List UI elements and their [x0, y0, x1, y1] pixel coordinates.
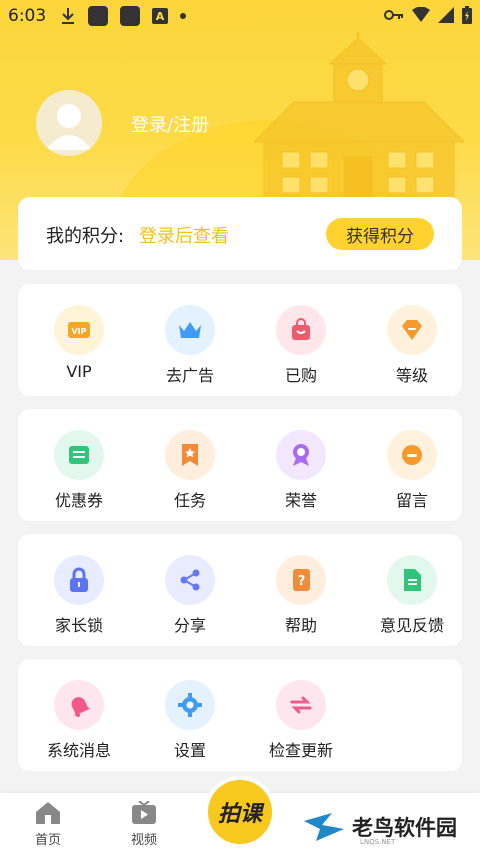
document-icon — [387, 555, 437, 605]
menu-item-label: 任务 — [173, 491, 206, 510]
menu-item[interactable]: ? 帮助 — [251, 534, 351, 646]
menu-group-1: VIP VIP 去广告 已购 等级 — [18, 284, 462, 396]
menu-item[interactable]: 分享 — [140, 534, 240, 646]
menu-item-label: 设置 — [173, 741, 206, 760]
watermark: 老鸟软件园 LNQS.NET — [302, 804, 478, 850]
help-book-icon: ? — [276, 555, 326, 605]
menu-item[interactable]: 已购 — [251, 284, 351, 396]
refresh-icon — [276, 680, 326, 730]
diamond-icon — [387, 305, 437, 355]
more-notifications-icon — [180, 13, 186, 19]
menu-item[interactable]: 等级 — [362, 284, 462, 396]
login-register-link[interactable]: 登录/注册 — [131, 111, 209, 137]
points-label: 我的积分: — [46, 226, 125, 247]
menu-item[interactable]: 设置 — [140, 659, 240, 771]
tab-home[interactable]: 首页 — [8, 793, 88, 853]
menu-item[interactable]: 任务 — [140, 409, 240, 521]
gear-icon — [165, 680, 215, 730]
menu-item-label: 分享 — [173, 616, 206, 635]
share-icon — [165, 555, 215, 605]
menu-item-label: 意见反馈 — [379, 616, 444, 635]
menu-item-label: VIP — [66, 362, 92, 381]
menu-item-label: 已购 — [284, 366, 317, 385]
watermark-subtitle: LNQS.NET — [360, 838, 396, 846]
home-icon — [36, 802, 60, 824]
message-icon — [387, 430, 437, 480]
menu-group-2: 优惠券 任务 荣誉 留言 — [18, 409, 462, 521]
menu-item[interactable]: 优惠券 — [29, 409, 129, 521]
vip-icon: VIP — [54, 305, 104, 355]
menu-item[interactable]: 荣誉 — [251, 409, 351, 521]
tv-icon — [132, 801, 156, 824]
key-icon — [384, 10, 403, 20]
school-building-illustration — [254, 32, 464, 202]
bird-logo-icon — [304, 813, 344, 841]
menu-item[interactable]: 留言 — [362, 409, 462, 521]
menu-item-label: 等级 — [395, 366, 428, 385]
menu-item[interactable]: 意见反馈 — [362, 534, 462, 646]
status-bar: 6:03 A — [0, 0, 480, 32]
app-notification-icon — [120, 6, 140, 26]
tab-video[interactable]: 视频 — [104, 793, 184, 853]
menu-item-label: 系统消息 — [46, 741, 111, 760]
lock-icon — [54, 555, 104, 605]
center-action-label: 拍课 — [217, 802, 262, 827]
menu-item[interactable]: 检查更新 — [251, 659, 351, 771]
bookmark-star-icon — [165, 430, 215, 480]
medal-icon — [276, 430, 326, 480]
get-points-button[interactable]: 获得积分 — [326, 218, 434, 250]
points-value[interactable]: 登录后查看 — [139, 222, 229, 248]
bell-icon — [54, 680, 104, 730]
points-card: 我的积分: 登录后查看 获得积分 — [18, 197, 462, 270]
center-action-button[interactable]: 拍课 — [204, 776, 276, 848]
user-avatar-icon — [46, 104, 92, 150]
tab-video-label: 视频 — [130, 833, 157, 848]
status-time: 6:03 — [8, 6, 47, 26]
app-notification-icon — [88, 6, 108, 26]
menu-group-3: 家长锁 分享? 帮助 意见反馈 — [18, 534, 462, 646]
wifi-icon — [412, 7, 430, 22]
avatar[interactable] — [36, 90, 102, 156]
crown-icon — [165, 305, 215, 355]
battery-icon — [462, 6, 472, 24]
menu-item[interactable]: 去广告 — [140, 284, 240, 396]
shopping-bag-icon — [276, 305, 326, 355]
menu-item-label: 优惠券 — [54, 491, 103, 510]
menu-item-label: 荣誉 — [284, 491, 317, 510]
font-notification-icon: A — [152, 8, 168, 24]
menu-item[interactable]: 家长锁 — [29, 534, 129, 646]
download-icon — [62, 8, 74, 24]
signal-icon — [438, 7, 454, 23]
menu-item-label: 帮助 — [284, 616, 317, 635]
svg-text:?: ? — [298, 574, 306, 589]
menu-group-4: 系统消息 设置 检查更新 — [18, 659, 462, 771]
svg-text:VIP: VIP — [71, 327, 86, 336]
menu-item-label: 家长锁 — [54, 616, 103, 635]
menu-item-label: 留言 — [395, 491, 428, 510]
tab-home-label: 首页 — [34, 833, 61, 848]
menu-item-label: 去广告 — [165, 366, 214, 385]
menu-item[interactable]: VIP VIP — [29, 284, 129, 396]
menu-item[interactable]: 系统消息 — [29, 659, 129, 771]
menu-item-label: 检查更新 — [268, 741, 333, 760]
coupon-icon — [54, 430, 104, 480]
